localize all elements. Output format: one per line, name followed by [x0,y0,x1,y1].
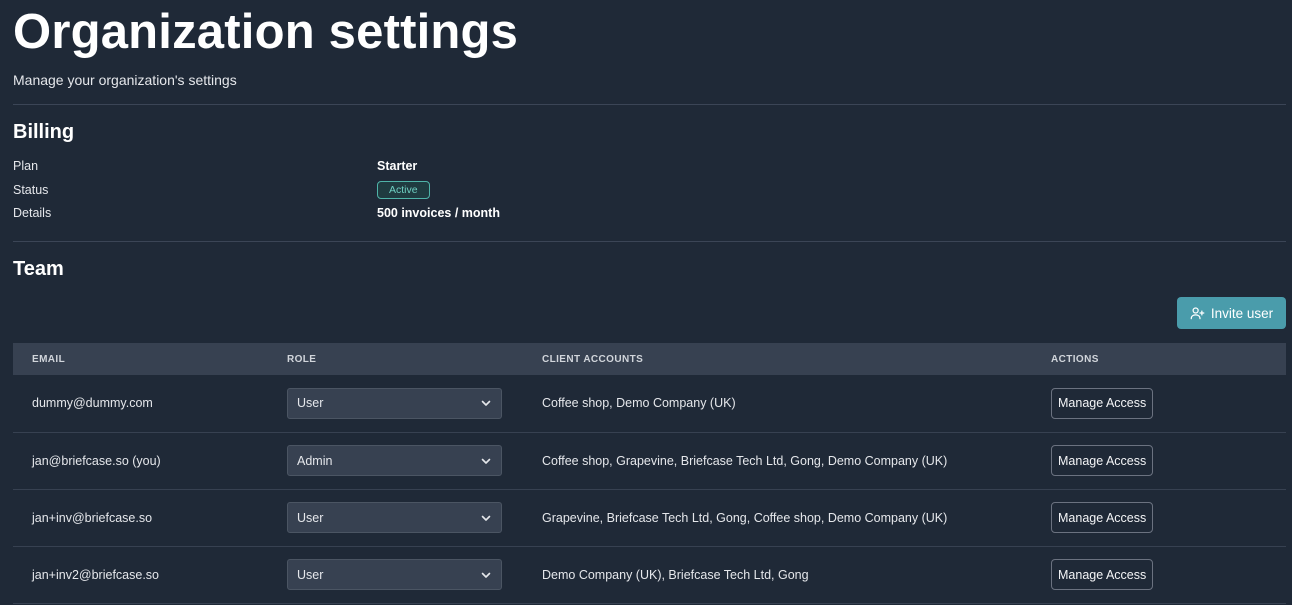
invite-user-label: Invite user [1210,305,1274,321]
chevron-down-icon [481,400,491,407]
invite-user-button[interactable]: Invite user [1177,297,1286,329]
table-header-row: EMAIL ROLE CLIENT ACCOUNTS ACTIONS [13,343,1286,375]
column-header-actions: ACTIONS [1051,353,1099,365]
divider [13,104,1286,105]
status-label: Status [13,183,49,197]
column-header-role: ROLE [287,353,317,365]
manage-access-button[interactable]: Manage Access [1051,559,1154,590]
member-client-accounts: Demo Company (UK), Briefcase Tech Ltd, G… [542,567,809,582]
manage-access-button[interactable]: Manage Access [1051,387,1154,419]
details-value: 500 invoices / month [377,206,500,220]
chevron-down-icon [481,572,491,578]
member-email: jan@briefcase.so (you) [32,453,161,468]
billing-section-title: Billing [13,121,75,143]
billing-row-plan: Plan Starter [13,156,613,176]
role-select[interactable]: User [287,559,502,590]
manage-access-button[interactable]: Manage Access [1051,445,1154,476]
user-plus-icon [1190,307,1205,320]
details-label: Details [13,206,52,220]
status-badge: Active [377,181,430,199]
member-email: jan+inv@briefcase.so [32,510,153,525]
role-select[interactable]: Admin [287,445,502,476]
divider [13,241,1286,242]
table-row: jan@briefcase.so (you) Admin Coffee shop… [13,432,1286,489]
plan-value: Starter [377,159,418,173]
member-email: dummy@dummy.com [32,396,153,411]
table-row: jan+inv@briefcase.so User Grapevine, Bri… [13,489,1286,546]
column-header-email: EMAIL [32,353,66,365]
role-select-value: Admin [297,453,333,468]
chevron-down-icon [481,458,491,464]
team-table: EMAIL ROLE CLIENT ACCOUNTS ACTIONS dummy… [13,343,1286,604]
page-subtitle: Manage your organization's settings [13,72,237,88]
member-client-accounts: Coffee shop, Grapevine, Briefcase Tech L… [542,453,948,468]
page-title: Organization settings [13,5,519,59]
member-client-accounts: Coffee shop, Demo Company (UK) [542,396,736,411]
role-select-value: User [297,567,324,582]
role-select-value: User [297,396,324,411]
table-row: dummy@dummy.com User Coffee shop, Demo C… [13,375,1286,432]
member-client-accounts: Grapevine, Briefcase Tech Ltd, Gong, Cof… [542,510,948,525]
member-email: jan+inv2@briefcase.so [32,567,159,582]
billing-details: Plan Starter Status Active Details 500 i… [13,156,1286,228]
billing-row-status: Status Active [13,180,613,200]
chevron-down-icon [481,515,491,521]
plan-label: Plan [13,159,39,173]
role-select[interactable]: User [287,387,502,419]
column-header-client-accounts: CLIENT ACCOUNTS [542,353,644,365]
billing-row-details: Details 500 invoices / month [13,203,613,223]
role-select[interactable]: User [287,502,502,533]
team-section-title: Team [13,258,64,280]
manage-access-button[interactable]: Manage Access [1051,502,1154,533]
table-row: jan+inv2@briefcase.so User Demo Company … [13,546,1286,603]
role-select-value: User [297,510,324,525]
